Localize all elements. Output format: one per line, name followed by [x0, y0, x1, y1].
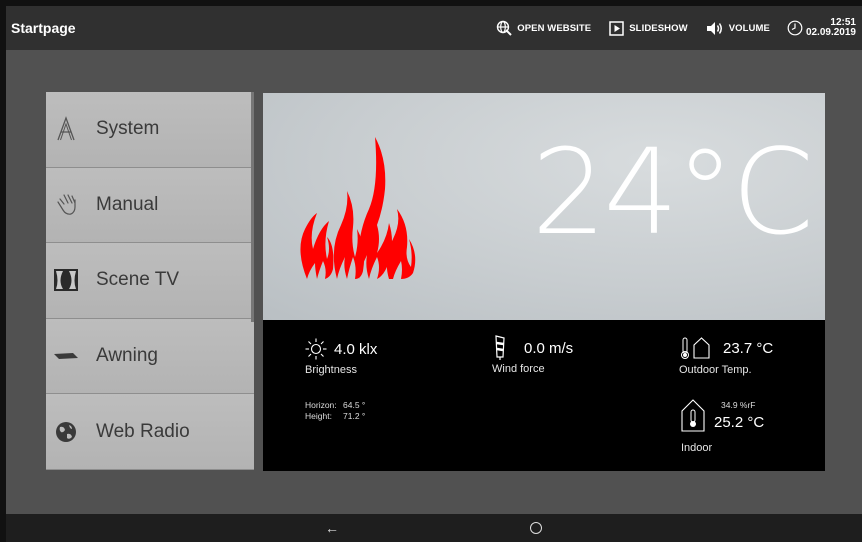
indoor-humidity: 34.9 %rF — [721, 400, 756, 410]
fire-icon — [300, 137, 416, 279]
menu-label-system: System — [96, 118, 160, 140]
horizon-value: 64.5 ° — [343, 400, 366, 410]
sun-position: Horizon: 64.5 ° Height: 71.2 ° — [305, 400, 365, 422]
menu-item-web-radio[interactable]: Web Radio — [46, 394, 254, 470]
menu-label-manual: Manual — [96, 193, 159, 215]
indoor-value: 25.2 °C — [714, 414, 765, 431]
menu-scrollbar[interactable] — [251, 92, 254, 322]
wind-label: Wind force — [492, 363, 545, 375]
page-title: Startpage — [11, 20, 76, 36]
windsock-icon — [495, 335, 505, 360]
outdoor-label: Outdoor Temp. — [679, 364, 752, 376]
side-menu: System Manual Scene TV Awning Web Radio — [46, 92, 254, 470]
indoor-house-icon — [681, 399, 705, 432]
clock-icon — [787, 20, 803, 36]
speaker-icon — [706, 21, 722, 35]
globe-icon — [53, 419, 79, 445]
menu-item-manual[interactable]: Manual — [46, 167, 254, 244]
menu-item-awning[interactable]: Awning — [46, 318, 254, 395]
slideshow-button[interactable]: SLIDESHOW — [600, 6, 696, 50]
height-value: 71.2 ° — [343, 411, 366, 421]
brightness-stat: 4.0 klx Brightness — [305, 338, 377, 376]
height-label: Height: — [305, 411, 332, 421]
play-icon — [609, 20, 624, 36]
system-navigation-bar: ← — [6, 514, 862, 542]
awning-icon — [53, 343, 79, 369]
menu-item-system[interactable]: System — [46, 92, 254, 168]
clock-date: 02.09.2019 — [805, 27, 856, 38]
main-area: System Manual Scene TV Awning Web Radio … — [6, 50, 862, 514]
temperature-hero: 24°C — [263, 93, 825, 320]
menu-label-scene-tv: Scene TV — [96, 269, 180, 291]
top-bar: Startpage OPEN WEBSITE SLIDESHOW VOLUME … — [6, 6, 862, 50]
slideshow-label: SLIDESHOW — [629, 22, 688, 34]
hand-icon — [53, 192, 79, 218]
open-website-button[interactable]: OPEN WEBSITE — [487, 6, 600, 50]
indoor-label: Indoor — [681, 442, 713, 454]
brightness-label: Brightness — [305, 364, 357, 376]
current-temperature: 24°C — [531, 123, 814, 261]
globe-icon — [497, 20, 512, 36]
top-bar-actions: OPEN WEBSITE SLIDESHOW VOLUME 12:51 02.0… — [487, 6, 862, 50]
menu-label-web-radio: Web Radio — [96, 420, 190, 442]
wind-value: 0.0 m/s — [524, 339, 574, 357]
weather-panel: 4.0 klx Brightness Horizon: 64.5 ° Height… — [263, 320, 825, 471]
volume-button[interactable]: VOLUME — [697, 6, 779, 50]
curtain-icon — [53, 267, 79, 293]
volume-label: VOLUME — [728, 22, 770, 34]
sun-icon — [305, 338, 327, 360]
menu-label-awning: Awning — [96, 345, 158, 367]
home-button[interactable] — [530, 522, 542, 534]
outdoor-thermometer-icon — [681, 337, 710, 359]
horizon-label: Horizon: — [305, 400, 337, 410]
open-website-label: OPEN WEBSITE — [517, 22, 592, 34]
clock[interactable]: 12:51 02.09.2019 — [779, 18, 862, 38]
menu-item-scene-tv[interactable]: Scene TV — [46, 243, 254, 319]
outdoor-stat: 23.7 °C Outdoor Temp. — [679, 336, 773, 376]
wind-stat: 0.0 m/s Wind force — [492, 335, 573, 375]
back-button[interactable]: ← — [325, 520, 339, 536]
outdoor-value: 23.7 °C — [723, 339, 774, 357]
brightness-value: 4.0 klx — [334, 340, 378, 358]
system-icon — [53, 116, 79, 142]
